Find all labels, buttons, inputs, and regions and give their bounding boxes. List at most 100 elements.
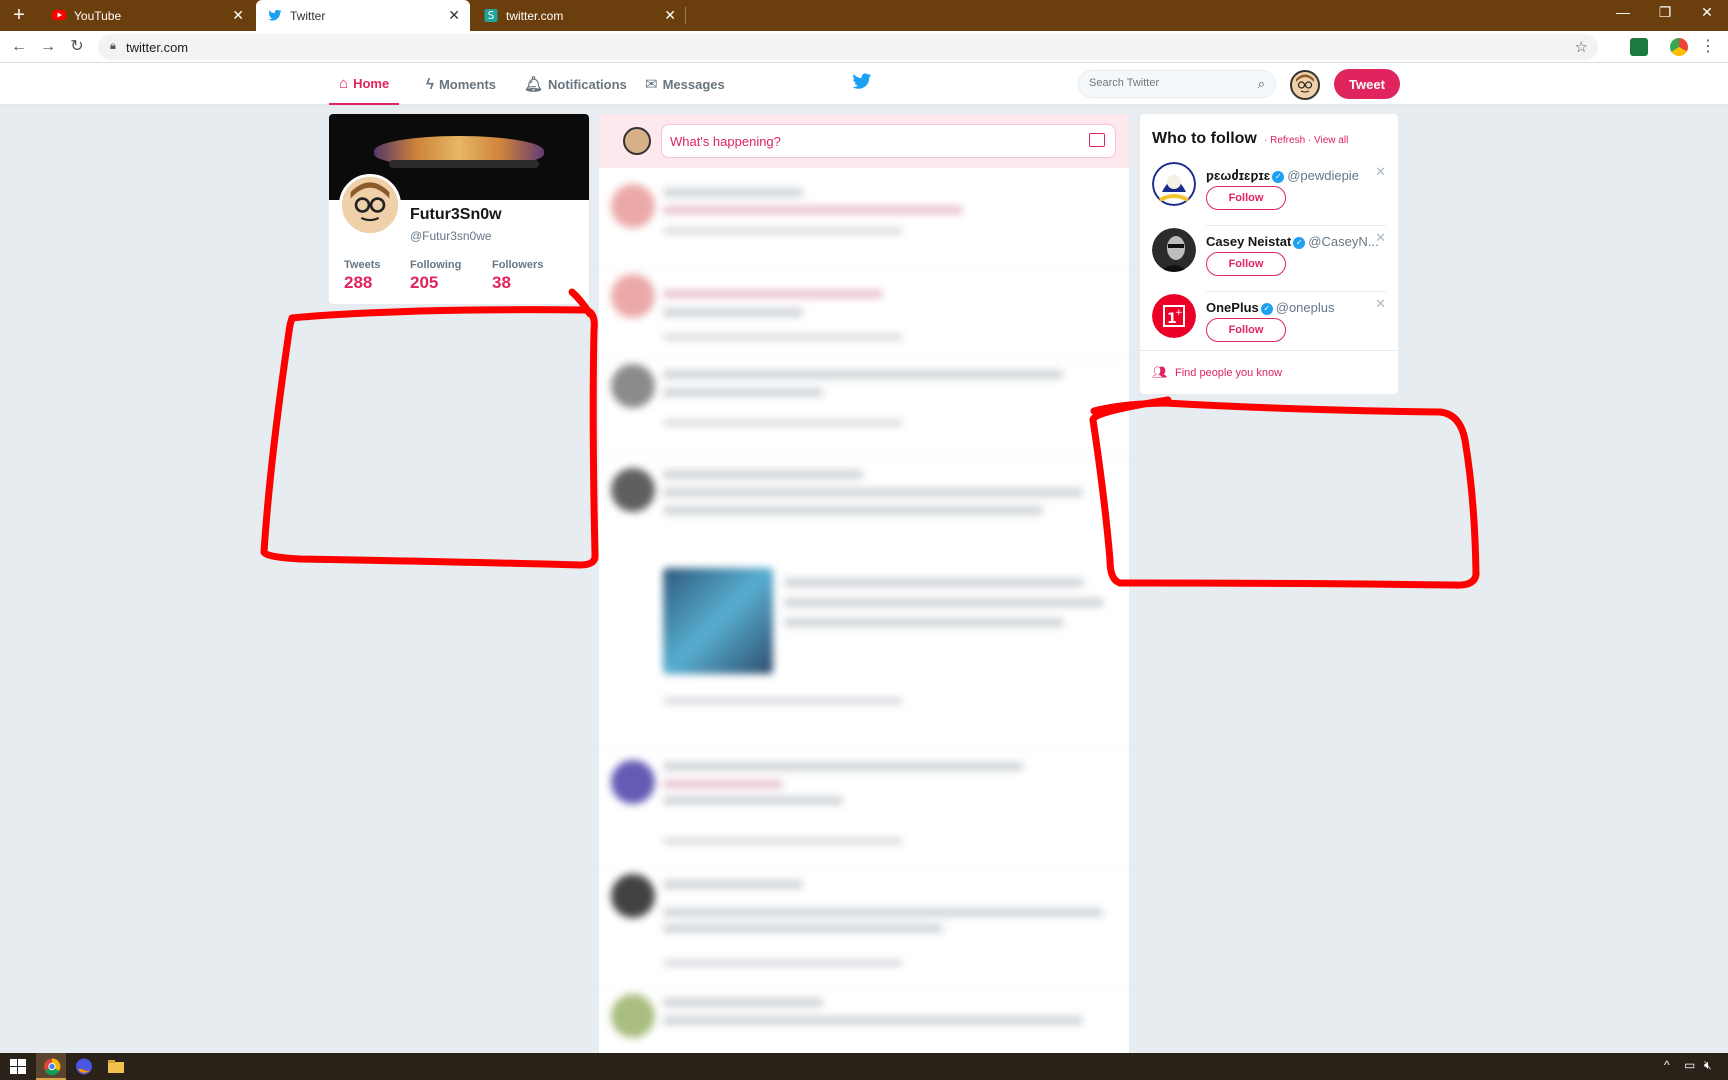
follow-suggestion[interactable]: Casey Neistat ✓ @CaseyN... ✕ Follow <box>1140 226 1398 292</box>
address-bar[interactable]: 🔒︎ twitter.com ☆ <box>98 34 1598 60</box>
browser-tab-bar: + YouTube ✕ Twitter ✕ S twitter.com ✕ — … <box>0 0 1728 31</box>
windows-start-icon[interactable] <box>8 1057 28 1076</box>
nav-messages[interactable]: ✉ Messages <box>645 63 725 105</box>
refresh-link[interactable]: Refresh <box>1270 135 1305 146</box>
chrome-profile-icon[interactable] <box>1670 38 1688 56</box>
tweet-text-blur <box>663 796 843 805</box>
stat-label: Tweets <box>344 259 381 271</box>
suggestion-name[interactable]: ƿɛωძɪɛƿɪɛ ✓ @pewdiepie <box>1206 168 1359 184</box>
file-explorer-icon[interactable] <box>106 1057 126 1076</box>
back-icon[interactable]: ← <box>8 36 30 58</box>
stat-followers[interactable]: Followers 38 <box>492 259 543 293</box>
tweet[interactable] <box>599 178 1129 268</box>
minimize-icon[interactable]: — <box>1608 4 1638 20</box>
tweet-avatar <box>611 364 655 408</box>
extension-icon[interactable] <box>1630 38 1648 56</box>
close-window-icon[interactable]: ✕ <box>1692 4 1722 21</box>
stat-following[interactable]: Following 205 <box>410 259 461 293</box>
find-people-row[interactable]: 👥︎ Find people you know <box>1140 350 1398 394</box>
firefox-icon[interactable] <box>74 1057 94 1076</box>
tweet-button[interactable]: Tweet <box>1334 69 1400 99</box>
tab-title: YouTube <box>74 9 122 23</box>
chevron-up-icon[interactable]: ^ <box>1664 1058 1670 1072</box>
dismiss-icon[interactable]: ✕ <box>1375 296 1386 312</box>
follow-button[interactable]: Follow <box>1206 252 1286 276</box>
home-icon: ⌂ <box>339 74 349 92</box>
link-card-image <box>663 568 773 674</box>
dismiss-icon[interactable]: ✕ <box>1375 230 1386 246</box>
close-tab-icon[interactable]: ✕ <box>232 7 244 23</box>
compose-input[interactable]: What's happening? <box>661 124 1116 158</box>
close-tab-icon[interactable]: ✕ <box>448 7 460 23</box>
close-tab-icon[interactable]: ✕ <box>664 7 676 23</box>
new-tab-button[interactable]: + <box>8 4 30 26</box>
suggestion-avatar[interactable] <box>1152 162 1196 206</box>
avatar-image <box>1292 72 1318 98</box>
follow-button[interactable]: Follow <box>1206 186 1286 210</box>
who-to-follow-title: Who to follow <box>1152 130 1257 147</box>
find-people-link[interactable]: Find people you know <box>1175 367 1282 379</box>
stat-value: 288 <box>344 273 373 292</box>
tab-youtube[interactable]: YouTube ✕ <box>40 0 254 31</box>
follow-button[interactable]: Follow <box>1206 318 1286 342</box>
tweet-text-blur <box>663 1016 1083 1025</box>
tweet[interactable] <box>599 868 1129 988</box>
tweet-avatar <box>611 994 655 1038</box>
forward-icon[interactable]: → <box>37 36 59 58</box>
tab-twitter-com[interactable]: S twitter.com ✕ <box>472 0 686 31</box>
tweet-text-blur <box>663 780 783 788</box>
restore-icon[interactable]: ❐ <box>1650 4 1680 21</box>
nav-moments-label: Moments <box>438 76 497 92</box>
tweet[interactable] <box>599 458 1129 748</box>
verified-badge-icon: ✓ <box>1293 237 1306 249</box>
dismiss-icon[interactable]: ✕ <box>1375 164 1386 180</box>
tweet-text-blur <box>663 290 883 298</box>
browser-toolbar: ← → ↻ 🔒︎ twitter.com ☆ ⋮ <box>0 31 1728 63</box>
suggestion-avatar[interactable]: 1 + <box>1152 294 1196 338</box>
tweet[interactable] <box>599 268 1129 358</box>
twitter-top-nav: ⌂ Home ϟ Moments 🔔︎ Notifications ✉ Mess… <box>0 63 1728 105</box>
tweet-text-blur <box>663 188 803 197</box>
tab-title: Twitter <box>290 9 326 23</box>
suggestion-name[interactable]: OnePlus ✓ @oneplus <box>1206 300 1335 315</box>
tweet-text-blur <box>663 924 943 933</box>
s-extension-icon: S <box>484 9 498 22</box>
network-icon[interactable]: ▭ <box>1684 1058 1695 1072</box>
tweet[interactable] <box>599 358 1129 458</box>
twitter-bird-icon[interactable] <box>852 73 872 90</box>
taskbar-chrome-active[interactable] <box>36 1053 66 1080</box>
tweet-text-blur <box>663 470 863 479</box>
bookmark-star-icon[interactable]: ☆ <box>1575 38 1588 56</box>
profile-handle[interactable]: @Futur3sn0we <box>410 229 492 243</box>
profile-avatar[interactable] <box>339 174 401 236</box>
search-input[interactable] <box>1089 77 1239 89</box>
search-icon[interactable]: ⌕ <box>1258 76 1265 92</box>
view-all-link[interactable]: View all <box>1314 135 1348 146</box>
account-name: OnePlus <box>1206 300 1259 315</box>
follow-suggestion[interactable]: ƿɛωძɪɛƿɪɛ ✓ @pewdiepie ✕ Follow <box>1140 160 1398 226</box>
suggestion-avatar[interactable] <box>1152 228 1196 272</box>
tab-twitter[interactable]: Twitter ✕ <box>256 0 470 31</box>
avatar-image <box>1152 228 1196 272</box>
menu-dots-icon[interactable]: ⋮ <box>1700 36 1716 56</box>
reload-icon[interactable]: ↻ <box>66 36 88 58</box>
tab-separator <box>685 7 686 24</box>
tweet[interactable] <box>599 748 1129 868</box>
nav-home[interactable]: ⌂ Home <box>329 63 400 105</box>
account-handle: @oneplus <box>1275 300 1335 315</box>
chrome-icon <box>44 1058 61 1076</box>
nav-moments[interactable]: ϟ Moments <box>426 63 496 105</box>
account-handle: @CaseyN... <box>1308 234 1379 249</box>
tweet-actions-blur <box>663 228 903 234</box>
follow-suggestion[interactable]: 1 + OnePlus ✓ @oneplus ✕ Follow <box>1140 292 1398 358</box>
nav-home-label: Home <box>353 75 390 91</box>
volume-muted-icon[interactable]: 🔇︎ <box>1704 1058 1712 1073</box>
search-box[interactable]: ⌕ <box>1078 70 1276 98</box>
image-icon[interactable] <box>1089 133 1105 147</box>
avatar[interactable] <box>1290 70 1320 100</box>
tweet[interactable] <box>599 988 1129 1054</box>
nav-notifications[interactable]: 🔔︎ Notifications <box>524 63 627 105</box>
stat-tweets[interactable]: Tweets 288 <box>344 259 380 293</box>
suggestion-name[interactable]: Casey Neistat ✓ @CaseyN... <box>1206 234 1379 249</box>
profile-name[interactable]: Futur3Sn0w <box>410 206 502 224</box>
